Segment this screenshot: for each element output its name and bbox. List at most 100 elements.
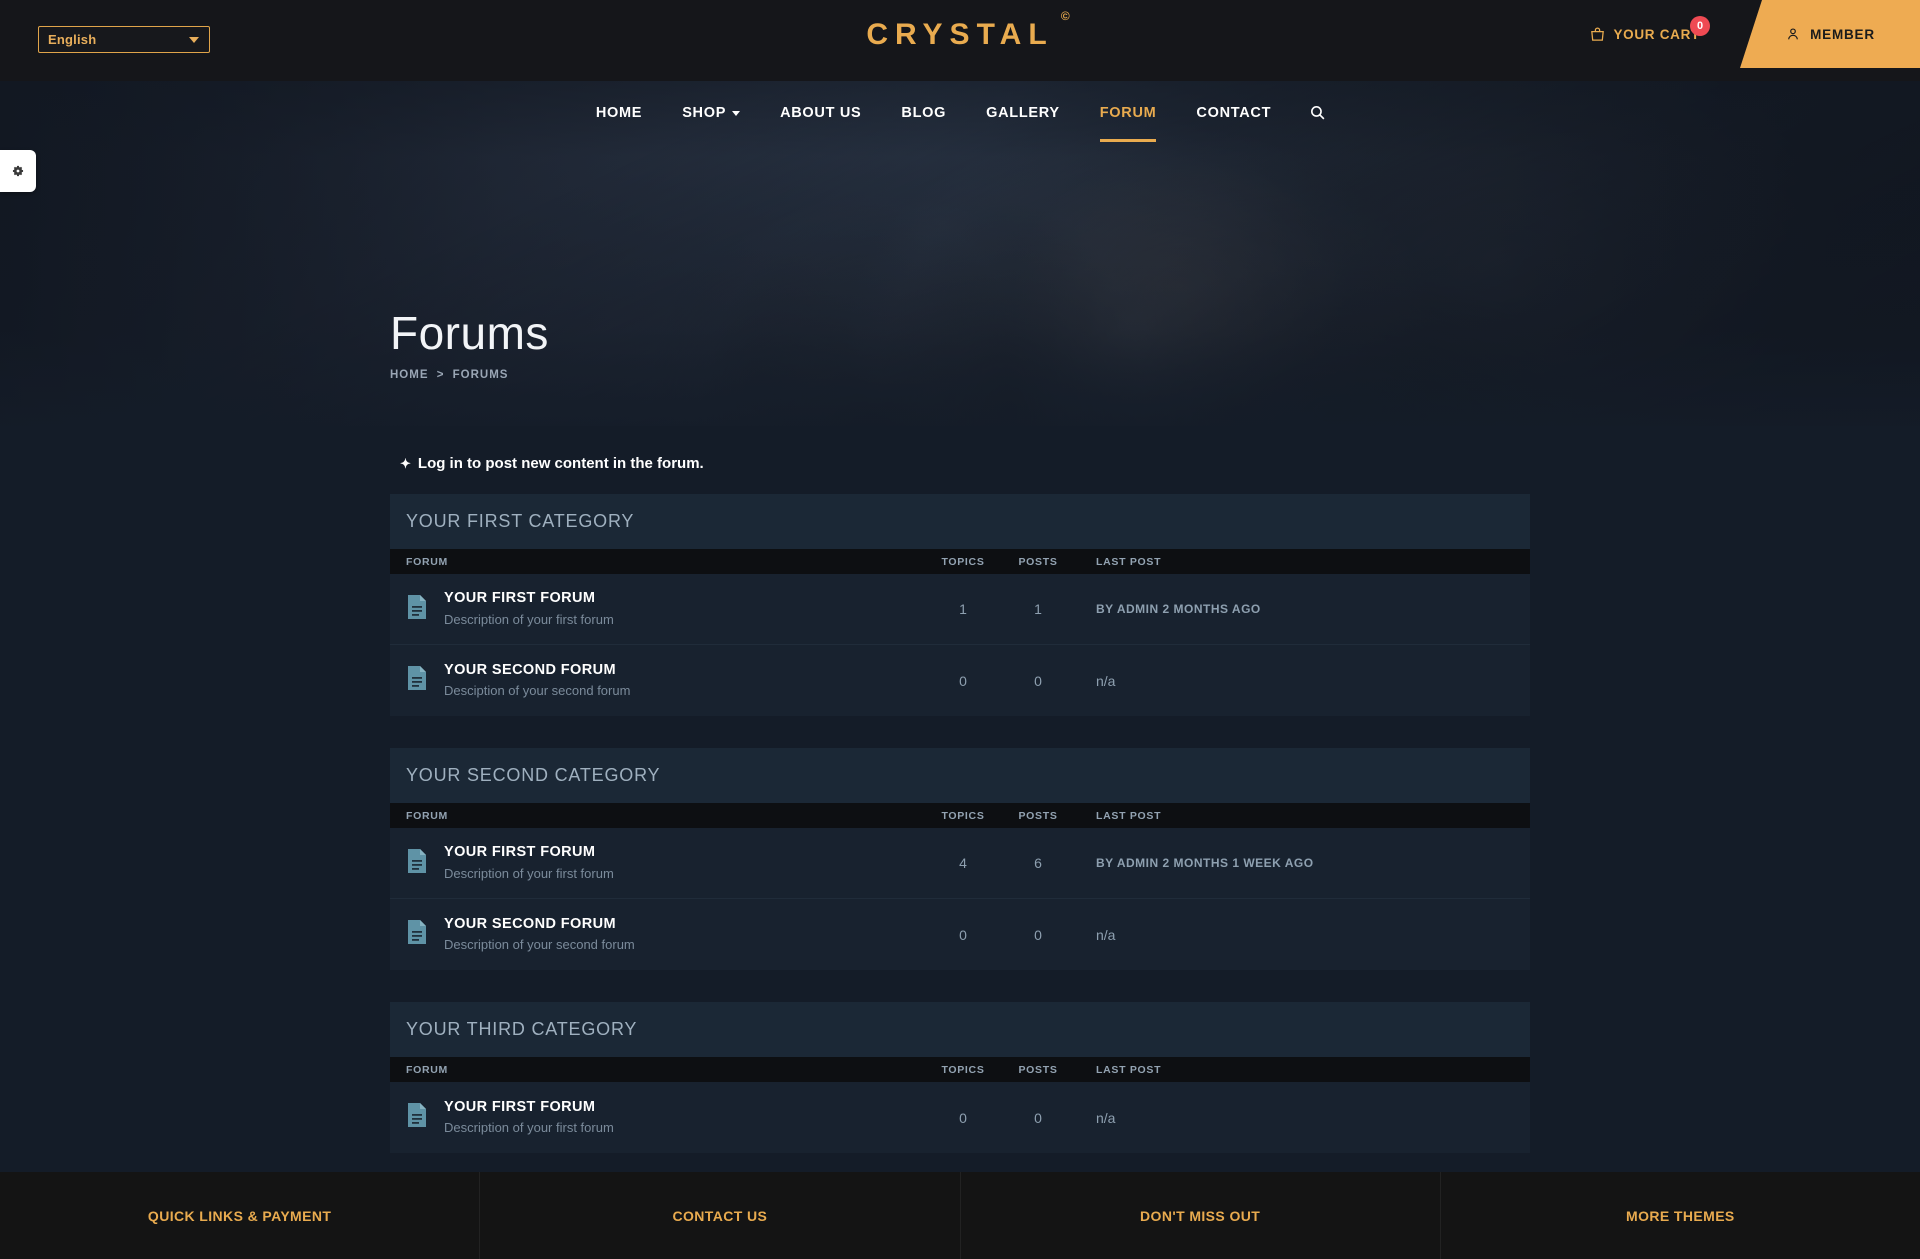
- footer-column-heading[interactable]: CONTACT US: [480, 1172, 961, 1259]
- content-container: ✦ Log in to post new content in the foru…: [390, 426, 1530, 1153]
- login-notice[interactable]: ✦ Log in to post new content in the foru…: [390, 440, 1530, 494]
- nav-item-label: GALLERY: [986, 104, 1060, 121]
- forum-row[interactable]: YOUR FIRST FORUM Description of your firs…: [390, 828, 1530, 899]
- forum-title[interactable]: YOUR SECOND FORUM: [444, 661, 630, 681]
- nav-item-forum[interactable]: FORUM: [1080, 84, 1177, 142]
- forum-text-block: YOUR SECOND FORUM Description of your sec…: [444, 915, 635, 955]
- forum-topics-count: 0: [959, 1109, 967, 1126]
- breadcrumb-current: FORUMS: [452, 369, 509, 382]
- forum-last-post: n/a: [1096, 926, 1116, 943]
- forum-topics-count: 0: [959, 926, 967, 943]
- forum-row-main: YOUR FIRST FORUM Description of your firs…: [406, 843, 924, 883]
- breadcrumb: HOME > FORUMS: [390, 369, 549, 381]
- forum-title[interactable]: YOUR FIRST FORUM: [444, 843, 614, 863]
- forum-posts-count: 6: [1034, 855, 1042, 871]
- footer-column-heading[interactable]: MORE THEMES: [1441, 1172, 1920, 1259]
- column-header-forum: FORUM: [406, 555, 448, 568]
- forum-description: Desciption of your second forum: [444, 683, 631, 699]
- hero-text-block: Forums HOME > FORUMS: [390, 309, 549, 382]
- nav-item-gallery[interactable]: GALLERY: [966, 84, 1080, 142]
- column-header-posts: POSTS: [1018, 555, 1058, 568]
- forum-description: Description of your first forum: [444, 865, 614, 881]
- forum-posts-count: 0: [1034, 672, 1042, 689]
- forum-row-main: YOUR FIRST FORUM Description of your firs…: [406, 589, 924, 629]
- nav-item-label: CONTACT: [1196, 104, 1272, 121]
- forum-row[interactable]: YOUR SECOND FORUM Description of your sec…: [390, 899, 1530, 970]
- page-root: English CRYSTAL © YOUR CART 0 MEMBER HOM…: [0, 0, 1920, 1259]
- forum-table-header: FORUM TOPICS POSTS LAST POST: [390, 1057, 1530, 1082]
- forum-row-main: YOUR SECOND FORUM Description of your sec…: [406, 915, 924, 955]
- forum-topics-count: 1: [959, 601, 967, 617]
- nav-item-contact[interactable]: CONTACT: [1176, 84, 1291, 142]
- column-header-forum: FORUM: [406, 809, 448, 822]
- forum-table-header: FORUM TOPICS POSTS LAST POST: [390, 549, 1530, 574]
- top-bar: English CRYSTAL © YOUR CART 0 MEMBER: [0, 0, 1920, 81]
- forum-category-list: YOUR FIRST CATEGORY FORUM TOPICS POSTS LAST …: [390, 494, 1530, 1153]
- forum-posts-count: 1: [1034, 601, 1042, 617]
- forum-row[interactable]: YOUR SECOND FORUM Desciption of your seco…: [390, 645, 1530, 716]
- forum-table-header: FORUM TOPICS POSTS LAST POST: [390, 803, 1530, 828]
- document-icon-wrap: [406, 665, 428, 696]
- language-selector-value: English: [48, 32, 97, 47]
- search-icon: [1311, 106, 1325, 120]
- member-button[interactable]: MEMBER: [1740, 0, 1920, 68]
- plus-marker-icon: ✦: [400, 456, 411, 471]
- cart-bag-icon: [1591, 27, 1605, 41]
- column-header-topics: TOPICS: [941, 809, 985, 822]
- forum-title[interactable]: YOUR SECOND FORUM: [444, 915, 635, 935]
- document-icon-wrap: [406, 1102, 428, 1133]
- nav-item-about-us[interactable]: ABOUT US: [760, 84, 881, 142]
- forum-topics-count: 4: [959, 855, 967, 871]
- main-content: ✦ Log in to post new content in the foru…: [0, 426, 1920, 1153]
- column-header-topics: TOPICS: [941, 1063, 985, 1076]
- forum-row[interactable]: YOUR FIRST FORUM Description of your firs…: [390, 1082, 1530, 1153]
- forum-last-post: BY ADMIN 2 MONTHS 1 WEEK AGO: [1096, 856, 1314, 870]
- forum-row-main: YOUR FIRST FORUM Description of your firs…: [406, 1098, 924, 1138]
- cart-label: YOUR CART: [1613, 27, 1700, 42]
- member-label: MEMBER: [1810, 26, 1875, 42]
- document-icon-wrap: [406, 848, 428, 879]
- language-selector[interactable]: English: [38, 26, 210, 53]
- nav-item-home[interactable]: HOME: [576, 84, 662, 142]
- forum-category-block: YOUR SECOND CATEGORY FORUM TOPICS POSTS LAST…: [390, 748, 1530, 970]
- chevron-down-icon: [732, 111, 741, 116]
- column-header-forum: FORUM: [406, 1063, 448, 1076]
- nav-item-label: SHOP: [682, 104, 727, 121]
- column-header-last-post: LAST POST: [1096, 1063, 1162, 1076]
- document-icon-wrap: [406, 594, 428, 625]
- document-icon-wrap: [406, 919, 428, 950]
- nav-item-label: HOME: [595, 104, 643, 121]
- login-notice-text: Log in to post new content in the forum.: [417, 455, 704, 472]
- footer-column-heading[interactable]: DON'T MISS OUT: [961, 1172, 1441, 1259]
- forum-text-block: YOUR FIRST FORUM Description of your firs…: [444, 1098, 614, 1138]
- forum-last-post: n/a: [1096, 1109, 1116, 1126]
- logo-word: CRYSTAL: [866, 18, 1054, 51]
- forum-text-block: YOUR FIRST FORUM Description of your firs…: [444, 589, 614, 629]
- forum-title[interactable]: YOUR FIRST FORUM: [444, 1098, 614, 1118]
- category-header: YOUR SECOND CATEGORY: [390, 748, 1530, 803]
- column-header-posts: POSTS: [1018, 1063, 1058, 1076]
- forum-title[interactable]: YOUR FIRST FORUM: [444, 589, 614, 609]
- document-icon: [408, 1103, 426, 1127]
- nav-item-label: FORUM: [1099, 104, 1157, 121]
- breadcrumb-home[interactable]: HOME: [390, 369, 429, 381]
- nav-item-shop[interactable]: SHOP: [662, 84, 760, 142]
- site-footer: QUICK LINKS & PAYMENT CONTACT US DON'T MIS…: [0, 1172, 1920, 1259]
- forum-topics-count: 0: [959, 672, 967, 689]
- forum-description: Description of your second forum: [444, 937, 635, 953]
- copyright-icon: ©: [1060, 9, 1070, 23]
- nav-search-button[interactable]: [1291, 83, 1344, 142]
- footer-column-heading[interactable]: QUICK LINKS & PAYMENT: [0, 1172, 481, 1259]
- nav-item-blog[interactable]: BLOG: [881, 84, 966, 142]
- column-header-last-post: LAST POST: [1096, 809, 1162, 822]
- cart-button[interactable]: YOUR CART 0: [1589, 16, 1710, 43]
- breadcrumb-separator: >: [436, 369, 445, 382]
- forum-description: Description of your first forum: [444, 1120, 614, 1136]
- forum-description: Description of your first forum: [444, 611, 614, 627]
- forum-row[interactable]: YOUR FIRST FORUM Description of your firs…: [390, 574, 1530, 645]
- document-icon: [408, 666, 426, 690]
- document-icon: [408, 594, 426, 619]
- forum-text-block: YOUR FIRST FORUM Description of your firs…: [444, 843, 614, 883]
- main-navigation: HOME SHOP ABOUT US BLOG GALLERY FORUM CONTACT: [0, 81, 1920, 144]
- settings-panel-toggle[interactable]: [0, 150, 36, 192]
